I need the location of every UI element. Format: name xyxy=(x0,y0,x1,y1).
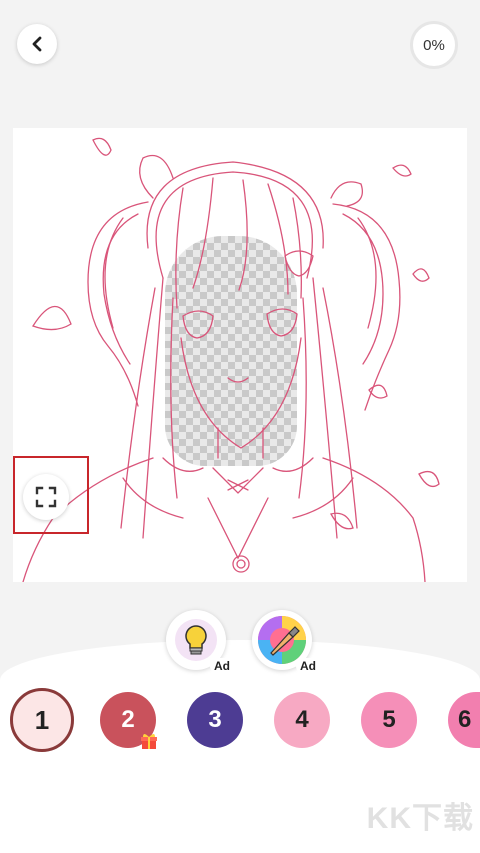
progress-indicator: 0% xyxy=(410,21,458,69)
swatch-number: 2 xyxy=(121,706,135,733)
lightbulb-icon xyxy=(175,619,217,661)
color-swatch-1[interactable]: 1 xyxy=(10,688,74,752)
swatch-number: 6 xyxy=(458,706,472,733)
color-swatch-3[interactable]: 3 xyxy=(187,692,243,748)
swatch-number: 3 xyxy=(208,706,222,733)
magic-ad-badge: Ad xyxy=(296,658,320,674)
top-bar: 0% xyxy=(0,0,480,100)
expand-corners-icon xyxy=(35,486,57,508)
swatch-number: 1 xyxy=(34,704,50,735)
chevron-left-icon xyxy=(32,36,42,52)
fullscreen-highlight-box xyxy=(13,456,89,534)
rainbow-brush-icon xyxy=(258,616,306,664)
watermark: KK下载 xyxy=(366,802,474,835)
fullscreen-button[interactable] xyxy=(23,474,69,520)
hint-button[interactable]: Ad xyxy=(166,610,234,674)
magic-brush-button[interactable]: Ad xyxy=(252,610,320,674)
hint-ad-badge: Ad xyxy=(210,658,234,674)
back-button[interactable] xyxy=(17,24,57,64)
swatch-number: 5 xyxy=(382,706,396,733)
color-swatch-4[interactable]: 4 xyxy=(274,692,330,748)
color-swatch-5[interactable]: 5 xyxy=(361,692,417,748)
swatch-number: 4 xyxy=(295,706,309,733)
gift-icon xyxy=(141,734,157,749)
color-swatch-2[interactable]: 2 xyxy=(100,692,157,749)
